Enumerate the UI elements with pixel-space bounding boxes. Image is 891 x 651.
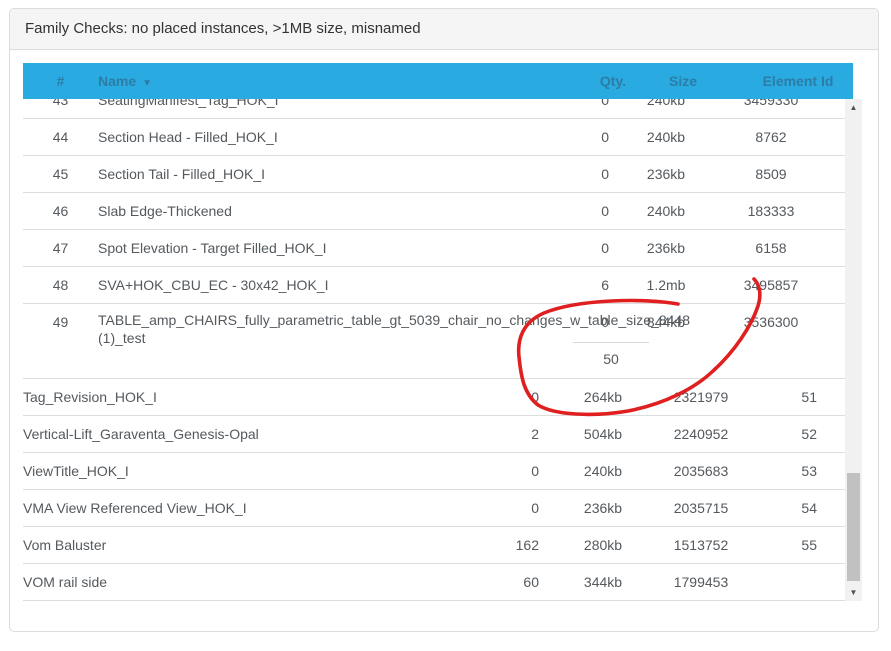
cell-qty: 60	[473, 564, 539, 600]
table-row: VMA View Referenced View_HOK_I0236kb2035…	[23, 490, 845, 527]
table-row: Tag_Revision_HOK_I0264kb232197951	[23, 379, 845, 416]
table-row: 48SVA+HOK_CBU_EC - 30x42_HOK_I61.2mb3495…	[23, 267, 845, 304]
column-header-name[interactable]: Name ▼	[98, 63, 298, 99]
cell-name: SVA+HOK_CBU_EC - 30x42_HOK_I	[98, 267, 557, 303]
cell-name: Spot Elevation - Target Filled_HOK_I	[98, 230, 557, 266]
column-header-element-id[interactable]: Element Id	[723, 63, 873, 99]
cell-qty: 0	[557, 119, 609, 155]
rows-section-bottom: Tag_Revision_HOK_I0264kb232197951Vertica…	[23, 379, 845, 601]
cell-num: 48	[23, 267, 98, 303]
cell-qty: 0	[557, 99, 609, 118]
cell-element-id: 3536300	[723, 304, 819, 340]
family-checks-table: # Name▼ Qty. Size Element Id 43SeatingMa…	[23, 63, 870, 601]
cell-size: 280kb	[539, 527, 667, 563]
cell-element-id: 2321979	[667, 379, 735, 415]
cell-name: Section Tail - Filled_HOK_I	[98, 156, 557, 192]
cell-num: 45	[23, 156, 98, 192]
cell-size: 504kb	[539, 416, 667, 452]
table-row-49-glitched: 49 TABLE_amp_CHAIRS_fully_parametric_tab…	[23, 304, 845, 379]
cell-element-id: 6158	[723, 230, 819, 266]
scrollbar-thumb[interactable]	[847, 473, 860, 581]
cell-size: 844kb	[609, 304, 723, 340]
panel-title: Family Checks: no placed instances, >1MB…	[25, 20, 421, 37]
cell-size: 236kb	[539, 490, 667, 526]
cell-num: 55	[735, 527, 845, 563]
cell-size: 240kb	[609, 99, 723, 118]
cell-element-id: 3495857	[723, 267, 819, 303]
cell-qty: 0	[557, 230, 609, 266]
rows-section-top: 43SeatingManifest_Tag_HOK_I0240kb3459330…	[23, 99, 845, 304]
column-header-size[interactable]: Size	[633, 63, 733, 99]
table-row: Vom Baluster162280kb151375255	[23, 527, 845, 564]
cell-qty: 0	[473, 379, 539, 415]
table-row: Vertical-Lift_Garaventa_Genesis-Opal2504…	[23, 416, 845, 453]
cell-element-id: 1513752	[667, 527, 735, 563]
cell-qty: 162	[473, 527, 539, 563]
table-header-row: # Name▼ Qty. Size Element Id	[23, 63, 853, 99]
cell-qty: 0	[557, 193, 609, 229]
orphan-row-number-cell: 50	[573, 342, 649, 366]
table-row: 45Section Tail - Filled_HOK_I0236kb8509	[23, 156, 845, 193]
sort-desc-icon: ▼	[142, 78, 152, 89]
cell-element-id: 1799453	[667, 564, 735, 600]
cell-num: 53	[735, 453, 845, 489]
cell-num: 47	[23, 230, 98, 266]
cell-num: 52	[735, 416, 845, 452]
cell-qty: 0	[557, 304, 609, 340]
cell-element-id: 2240952	[667, 416, 735, 452]
cell-size: 240kb	[609, 193, 723, 229]
table-row: 46Slab Edge-Thickened0240kb183333	[23, 193, 845, 230]
cell-element-id: 8762	[723, 119, 819, 155]
table-row: 47Spot Elevation - Target Filled_HOK_I02…	[23, 230, 845, 267]
cell-name: Section Head - Filled_HOK_I	[98, 119, 557, 155]
cell-qty: 0	[557, 156, 609, 192]
cell-num: 46	[23, 193, 98, 229]
cell-qty: 6	[557, 267, 609, 303]
cell-num: 49	[23, 304, 98, 340]
scroll-down-icon[interactable]: ▼	[845, 584, 862, 601]
cell-num: 54	[735, 490, 845, 526]
cell-element-id: 2035683	[667, 453, 735, 489]
cell-name: SeatingManifest_Tag_HOK_I	[98, 99, 557, 118]
cell-element-id: 8509	[723, 156, 819, 192]
cell-qty: 0	[473, 490, 539, 526]
cell-size: 1.2mb	[609, 267, 723, 303]
cell-size: 264kb	[539, 379, 667, 415]
cell-num: 43	[23, 99, 98, 118]
table-row: 44Section Head - Filled_HOK_I0240kb8762	[23, 119, 845, 156]
cell-size: 240kb	[539, 453, 667, 489]
cell-size: 236kb	[609, 230, 723, 266]
cell-name: VOM rail side	[23, 564, 473, 600]
cell-qty: 2	[473, 416, 539, 452]
cell-num: 44	[23, 119, 98, 155]
column-header-name-label: Name	[98, 73, 136, 89]
cell-qty: 0	[473, 453, 539, 489]
cell-num: 51	[735, 379, 845, 415]
cell-name: VMA View Referenced View_HOK_I	[23, 490, 473, 526]
cell-name: Vom Baluster	[23, 527, 473, 563]
cell-size: 240kb	[609, 119, 723, 155]
cell-name: Vertical-Lift_Garaventa_Genesis-Opal	[23, 416, 473, 452]
table-row: ViewTitle_HOK_I0240kb203568353	[23, 453, 845, 490]
table-row: VOM rail side60344kb1799453	[23, 564, 845, 601]
cell-name: Slab Edge-Thickened	[98, 193, 557, 229]
cell-element-id: 2035715	[667, 490, 735, 526]
cell-size: 344kb	[539, 564, 667, 600]
family-checks-panel: Family Checks: no placed instances, >1MB…	[9, 8, 879, 632]
cell-size: 236kb	[609, 156, 723, 192]
column-header-num[interactable]: #	[23, 63, 98, 99]
scroll-up-icon[interactable]: ▲	[845, 99, 862, 116]
cell-name: Tag_Revision_HOK_I	[23, 379, 473, 415]
cell-element-id: 183333	[723, 193, 819, 229]
vertical-scrollbar[interactable]: ▲ ▼	[845, 99, 862, 601]
table-scroll-viewport[interactable]: 43SeatingManifest_Tag_HOK_I0240kb3459330…	[23, 99, 845, 601]
cell-name: ViewTitle_HOK_I	[23, 453, 473, 489]
panel-heading: Family Checks: no placed instances, >1MB…	[10, 9, 878, 50]
cell-element-id: 3459330	[723, 99, 819, 118]
table-row: 43SeatingManifest_Tag_HOK_I0240kb3459330	[23, 99, 845, 119]
cell-name-line2: (1)_test	[98, 331, 145, 346]
cell-num	[735, 564, 845, 600]
